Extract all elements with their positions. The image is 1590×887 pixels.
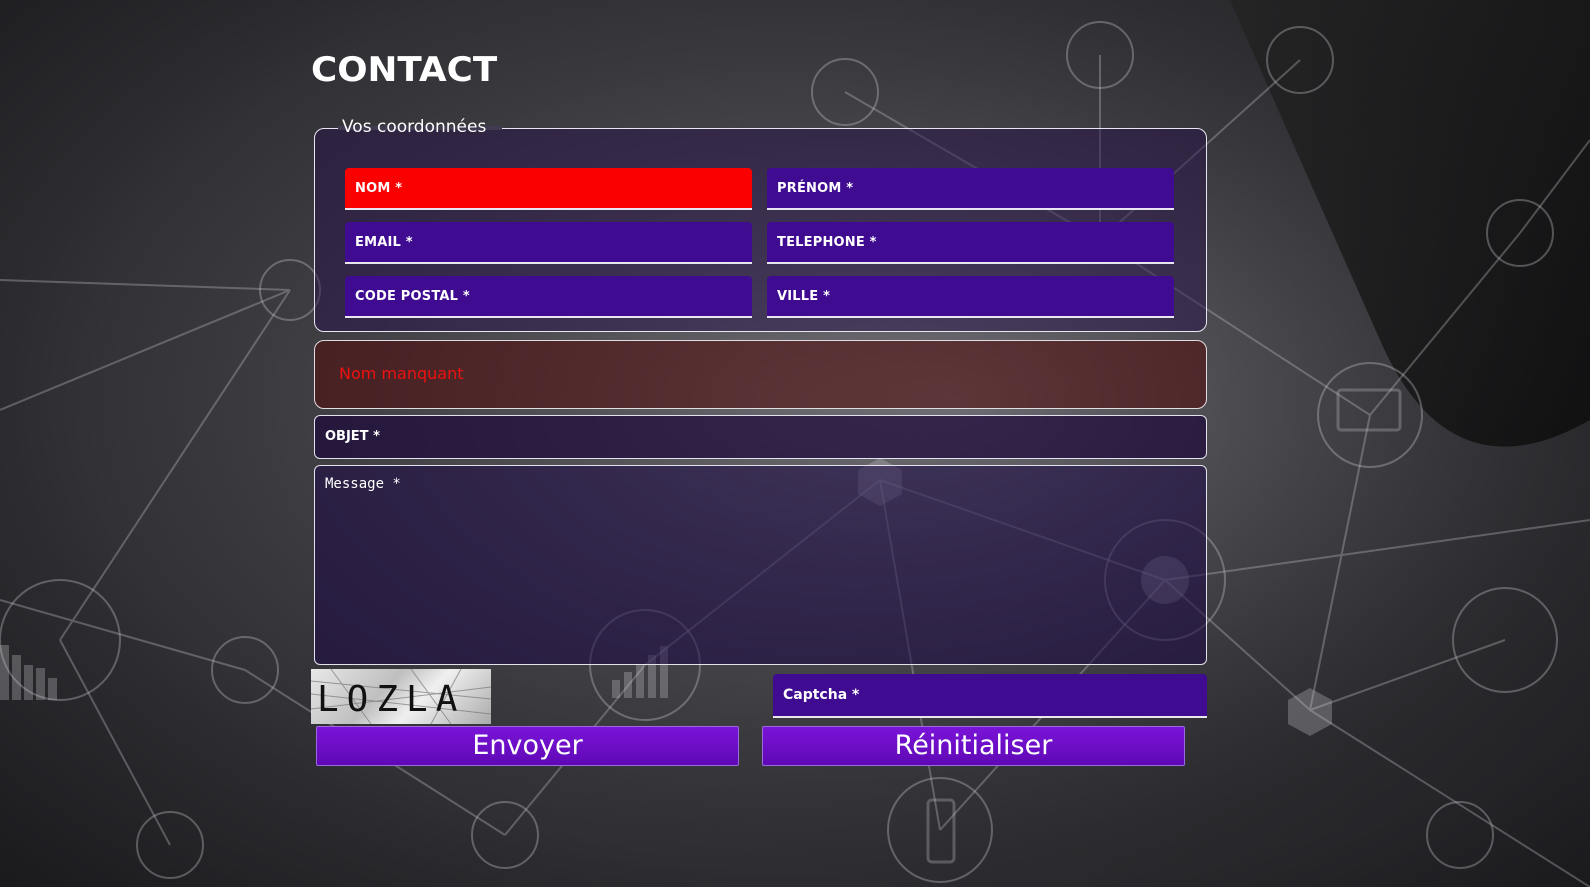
submit-button[interactable]: Envoyer xyxy=(316,726,739,766)
captcha-graphic: LOZLA xyxy=(311,669,491,724)
code-postal-field[interactable]: CODE POSTAL * xyxy=(345,276,752,318)
objet-field[interactable]: OBJET * xyxy=(314,415,1207,459)
coordinates-legend: Vos coordonnées xyxy=(342,117,487,137)
message-textarea[interactable] xyxy=(314,465,1207,665)
email-field[interactable]: EMAIL * xyxy=(345,222,752,264)
reset-button[interactable]: Réinitialiser xyxy=(762,726,1185,766)
telephone-field[interactable]: TELEPHONE * xyxy=(767,222,1174,264)
ville-field[interactable]: VILLE * xyxy=(767,276,1174,318)
prenom-field[interactable]: PRÉNOM * xyxy=(767,168,1174,210)
captcha-input[interactable]: Captcha * xyxy=(773,674,1207,718)
captcha-image: LOZLA xyxy=(311,669,491,724)
nom-field[interactable]: NOM * xyxy=(345,168,752,210)
captcha-code: LOZLA xyxy=(317,679,465,720)
error-message-box: Nom manquant xyxy=(314,340,1207,409)
page-title: CONTACT xyxy=(311,50,498,90)
error-message: Nom manquant xyxy=(339,364,464,383)
